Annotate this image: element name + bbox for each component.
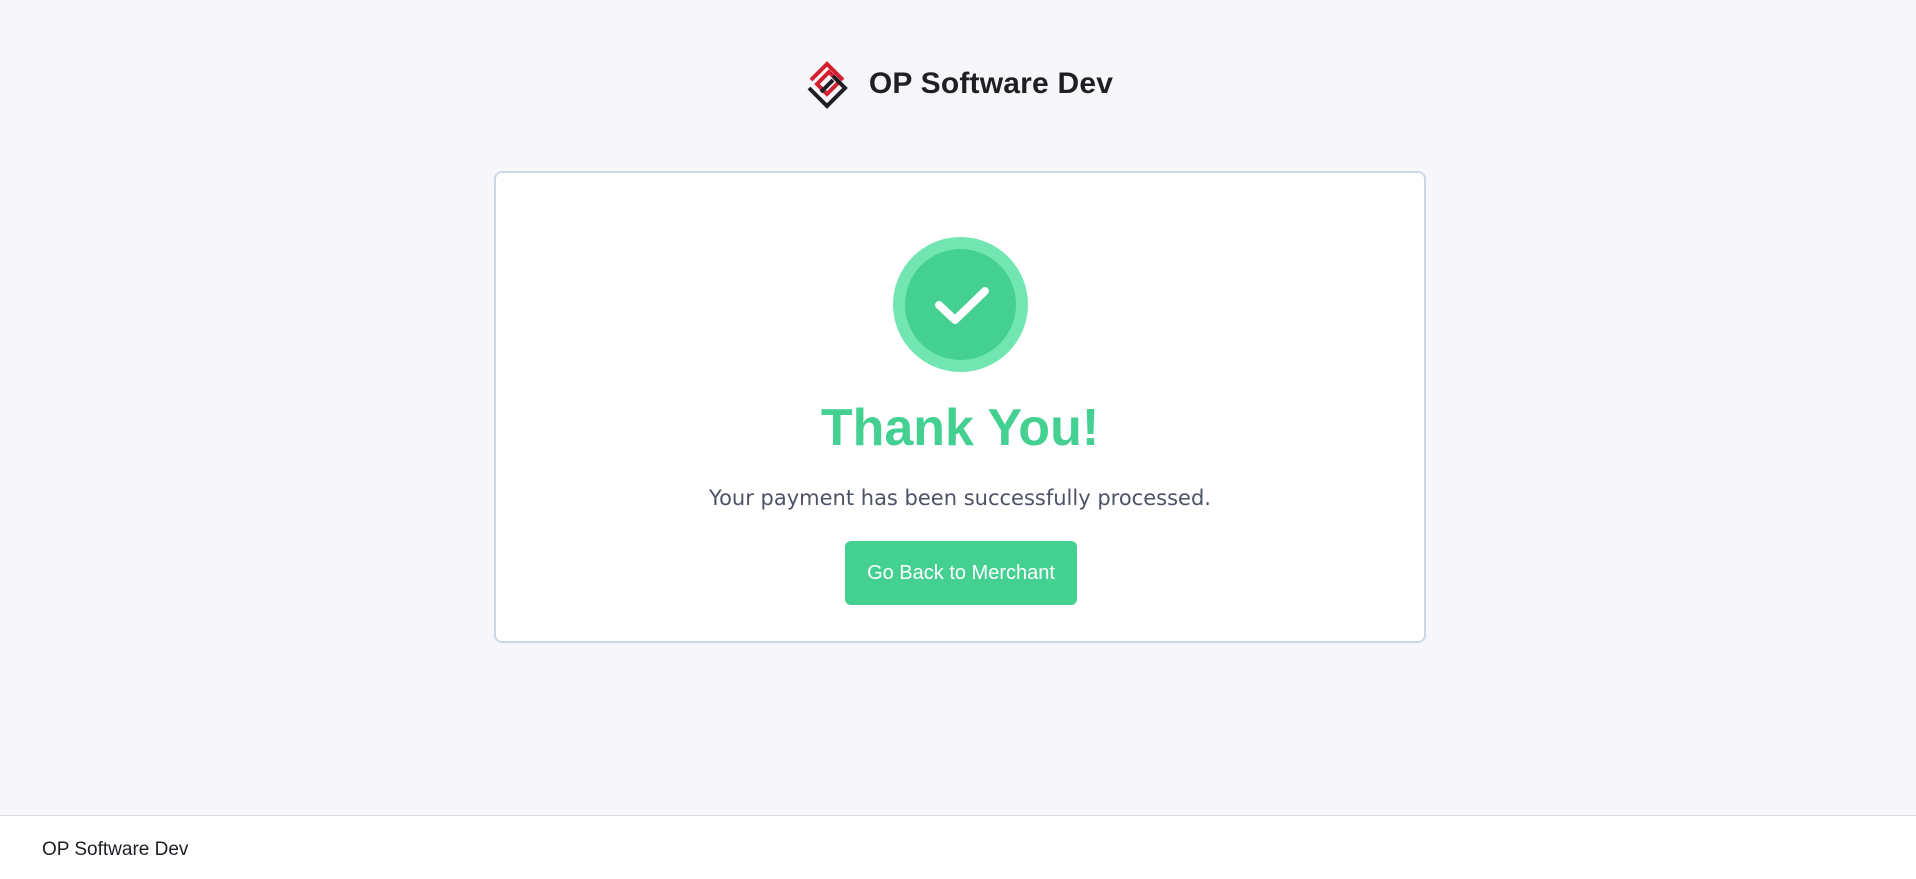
checkmark-inner-circle <box>905 249 1016 360</box>
op-software-logo-icon <box>807 61 848 109</box>
footer-brand-text: OP Software Dev <box>42 839 189 860</box>
payment-success-page: OP Software Dev Thank You! Your payment … <box>0 0 1916 879</box>
payment-success-message: Your payment has been successfully proce… <box>709 486 1211 510</box>
brand-name: OP Software Dev <box>868 67 1114 100</box>
checkmark-circle-icon <box>893 237 1028 372</box>
checkmark-icon <box>934 286 989 324</box>
thank-you-title: Thank You! <box>820 399 1100 457</box>
go-back-to-merchant-button[interactable]: Go Back to Merchant <box>845 541 1077 605</box>
brand-header: OP Software Dev <box>0 58 1916 110</box>
page-footer: OP Software Dev <box>0 815 1916 879</box>
payment-confirmation-card: Thank You! Your payment has been success… <box>494 171 1426 643</box>
